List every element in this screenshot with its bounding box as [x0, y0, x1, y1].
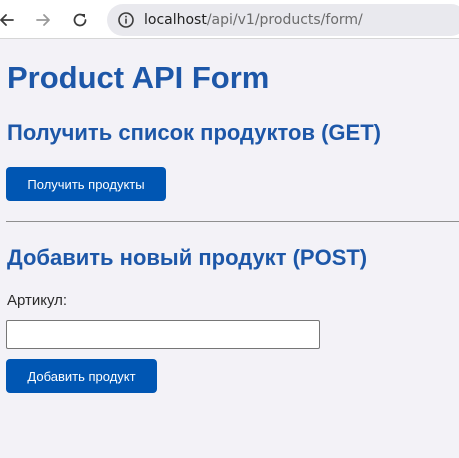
back-button[interactable]	[0, 9, 18, 31]
url-host: localhost	[144, 12, 207, 28]
reload-icon	[73, 13, 87, 27]
forward-arrow-icon	[36, 14, 50, 26]
page-title: Product API Form	[7, 60, 270, 95]
article-input[interactable]	[6, 320, 320, 349]
get-products-button[interactable]: Получить продукты	[6, 167, 166, 201]
browser-toolbar: localhost/api/v1/products/form/	[0, 0, 459, 39]
info-icon[interactable]	[117, 11, 135, 29]
post-section-title: Добавить новый продукт (POST)	[7, 245, 368, 270]
address-bar[interactable]: localhost/api/v1/products/form/	[107, 4, 459, 36]
add-product-button[interactable]: Добавить продукт	[6, 359, 157, 393]
url-path: /api/v1/products/form/	[206, 12, 363, 28]
reload-button[interactable]	[69, 9, 91, 31]
url-text: localhost/api/v1/products/form/	[144, 12, 363, 28]
get-section-title: Получить список продуктов (GET)	[7, 120, 381, 145]
forward-button[interactable]	[32, 9, 54, 31]
section-divider	[6, 221, 459, 222]
article-label: Артикул:	[7, 292, 68, 309]
back-arrow-icon	[0, 14, 14, 26]
